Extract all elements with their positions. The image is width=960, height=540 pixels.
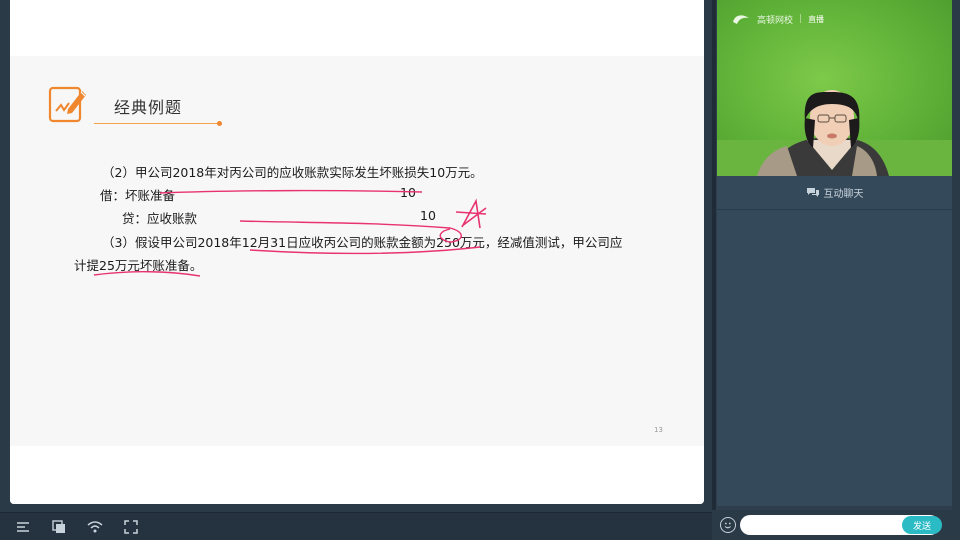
network-button[interactable] <box>84 517 106 537</box>
text-line-3a: （3）假设甲公司2018年12月31日应收丙公司的账款金额为250万元，经减值测… <box>102 235 623 250</box>
slide-footer-band <box>10 446 704 504</box>
scrollbar-track[interactable] <box>952 0 960 510</box>
presenter-figure <box>717 90 952 176</box>
page-number: 13 <box>654 426 663 434</box>
fullscreen-button[interactable] <box>120 517 142 537</box>
fullscreen-icon <box>124 520 138 534</box>
smiley-icon <box>724 522 731 529</box>
send-button[interactable]: 发送 <box>902 516 942 534</box>
text-line-3b: 计提25万元坏账准备。 <box>74 258 203 273</box>
panel-divider <box>712 0 716 540</box>
list-icon <box>17 522 29 532</box>
pencil-note-icon <box>48 86 86 123</box>
slide-area: 经典例题 （2）甲公司2018年对丙公司的应收账款实际发生坏账损失10万元。 借… <box>0 0 712 512</box>
title-underline <box>94 123 218 124</box>
copy-button[interactable] <box>48 517 70 537</box>
list-button[interactable] <box>12 517 34 537</box>
slide: 经典例题 （2）甲公司2018年对丙公司的应收账款实际发生坏账损失10万元。 借… <box>10 0 704 504</box>
chat-bubble-icon <box>806 188 819 197</box>
bottom-toolbar <box>0 512 712 540</box>
copy-icon <box>52 520 65 533</box>
title-underline-dot <box>217 121 222 126</box>
credit-entry: 贷：应收账款 <box>122 211 198 226</box>
section-title: 经典例题 <box>114 98 183 117</box>
chat-messages[interactable] <box>717 210 952 506</box>
chat-title: 互动聊天 <box>823 189 864 200</box>
slide-content: 经典例题 （2）甲公司2018年对丙公司的应收账款实际发生坏账损失10万元。 借… <box>10 56 704 446</box>
teacher-video: 高顿网校 | 直播 <box>717 0 952 176</box>
text-line-2: （2）甲公司2018年对丙公司的应收账款实际发生坏账损失10万元。 <box>102 165 483 180</box>
emoji-button[interactable] <box>720 517 736 533</box>
credit-amount: 10 <box>420 208 436 223</box>
debit-entry: 借：坏账准备 <box>100 188 176 203</box>
debit-amount: 10 <box>400 185 416 200</box>
slide-header-band <box>10 0 704 56</box>
chat-tab[interactable]: 互动聊天 <box>717 176 952 210</box>
wifi-icon <box>87 521 103 533</box>
